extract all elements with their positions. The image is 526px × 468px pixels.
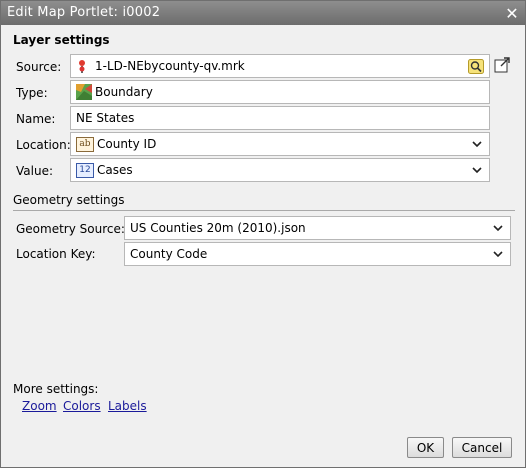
layer-settings-heading: Layer settings (13, 33, 110, 47)
geometry-source-label: Geometry Source: (16, 222, 125, 236)
source-value: 1-LD-NEbycounty-qv.mrk (95, 59, 245, 73)
edit-map-portlet-dialog: Edit Map Portlet: i0002 ✕ Layer settings… (0, 0, 526, 468)
boundary-icon (76, 84, 92, 100)
name-value: NE States (76, 111, 135, 125)
name-input[interactable]: NE States (70, 106, 490, 130)
value-label: Value: (16, 164, 53, 178)
location-key-value: County Code (130, 247, 208, 261)
close-icon[interactable]: ✕ (503, 4, 521, 23)
labels-link[interactable]: Labels (108, 399, 147, 413)
chevron-down-icon[interactable] (471, 164, 483, 176)
source-field[interactable]: 1-LD-NEbycounty-qv.mrk (70, 54, 490, 78)
browse-icon[interactable] (468, 59, 484, 74)
more-settings-label: More settings: (13, 382, 99, 396)
name-label: Name: (16, 112, 56, 126)
chevron-down-icon[interactable] (471, 138, 483, 150)
numeric-field-icon: 12 (76, 163, 94, 178)
type-value: Boundary (95, 85, 153, 99)
type-label: Type: (16, 86, 48, 100)
value-value: Cases (97, 163, 133, 177)
geometry-source-select[interactable]: US Counties 20m (2010).json (124, 216, 511, 240)
location-value: County ID (97, 137, 157, 151)
geometry-settings-heading: Geometry settings (13, 193, 125, 207)
location-label: Location: (16, 138, 71, 152)
colors-link[interactable]: Colors (63, 399, 101, 413)
text-field-icon: ab (76, 137, 94, 152)
geometry-source-value: US Counties 20m (2010).json (130, 221, 306, 235)
open-external-icon[interactable] (494, 57, 510, 73)
ok-button[interactable]: OK (407, 437, 444, 458)
location-select[interactable]: ab County ID (70, 132, 490, 156)
cancel-button[interactable]: Cancel (452, 437, 512, 458)
source-label: Source: (16, 60, 62, 74)
chevron-down-icon[interactable] (492, 248, 504, 260)
type-field[interactable]: Boundary (70, 80, 490, 104)
location-key-label: Location Key: (16, 247, 96, 261)
location-key-select[interactable]: County Code (124, 242, 511, 266)
geometry-divider (13, 210, 515, 211)
marker-icon (79, 60, 85, 73)
zoom-link[interactable]: Zoom (22, 399, 57, 413)
chevron-down-icon[interactable] (492, 222, 504, 234)
dialog-title: Edit Map Portlet: i0002 (7, 5, 161, 20)
value-select[interactable]: 12 Cases (70, 158, 490, 182)
title-bar[interactable]: Edit Map Portlet: i0002 ✕ (1, 1, 525, 25)
